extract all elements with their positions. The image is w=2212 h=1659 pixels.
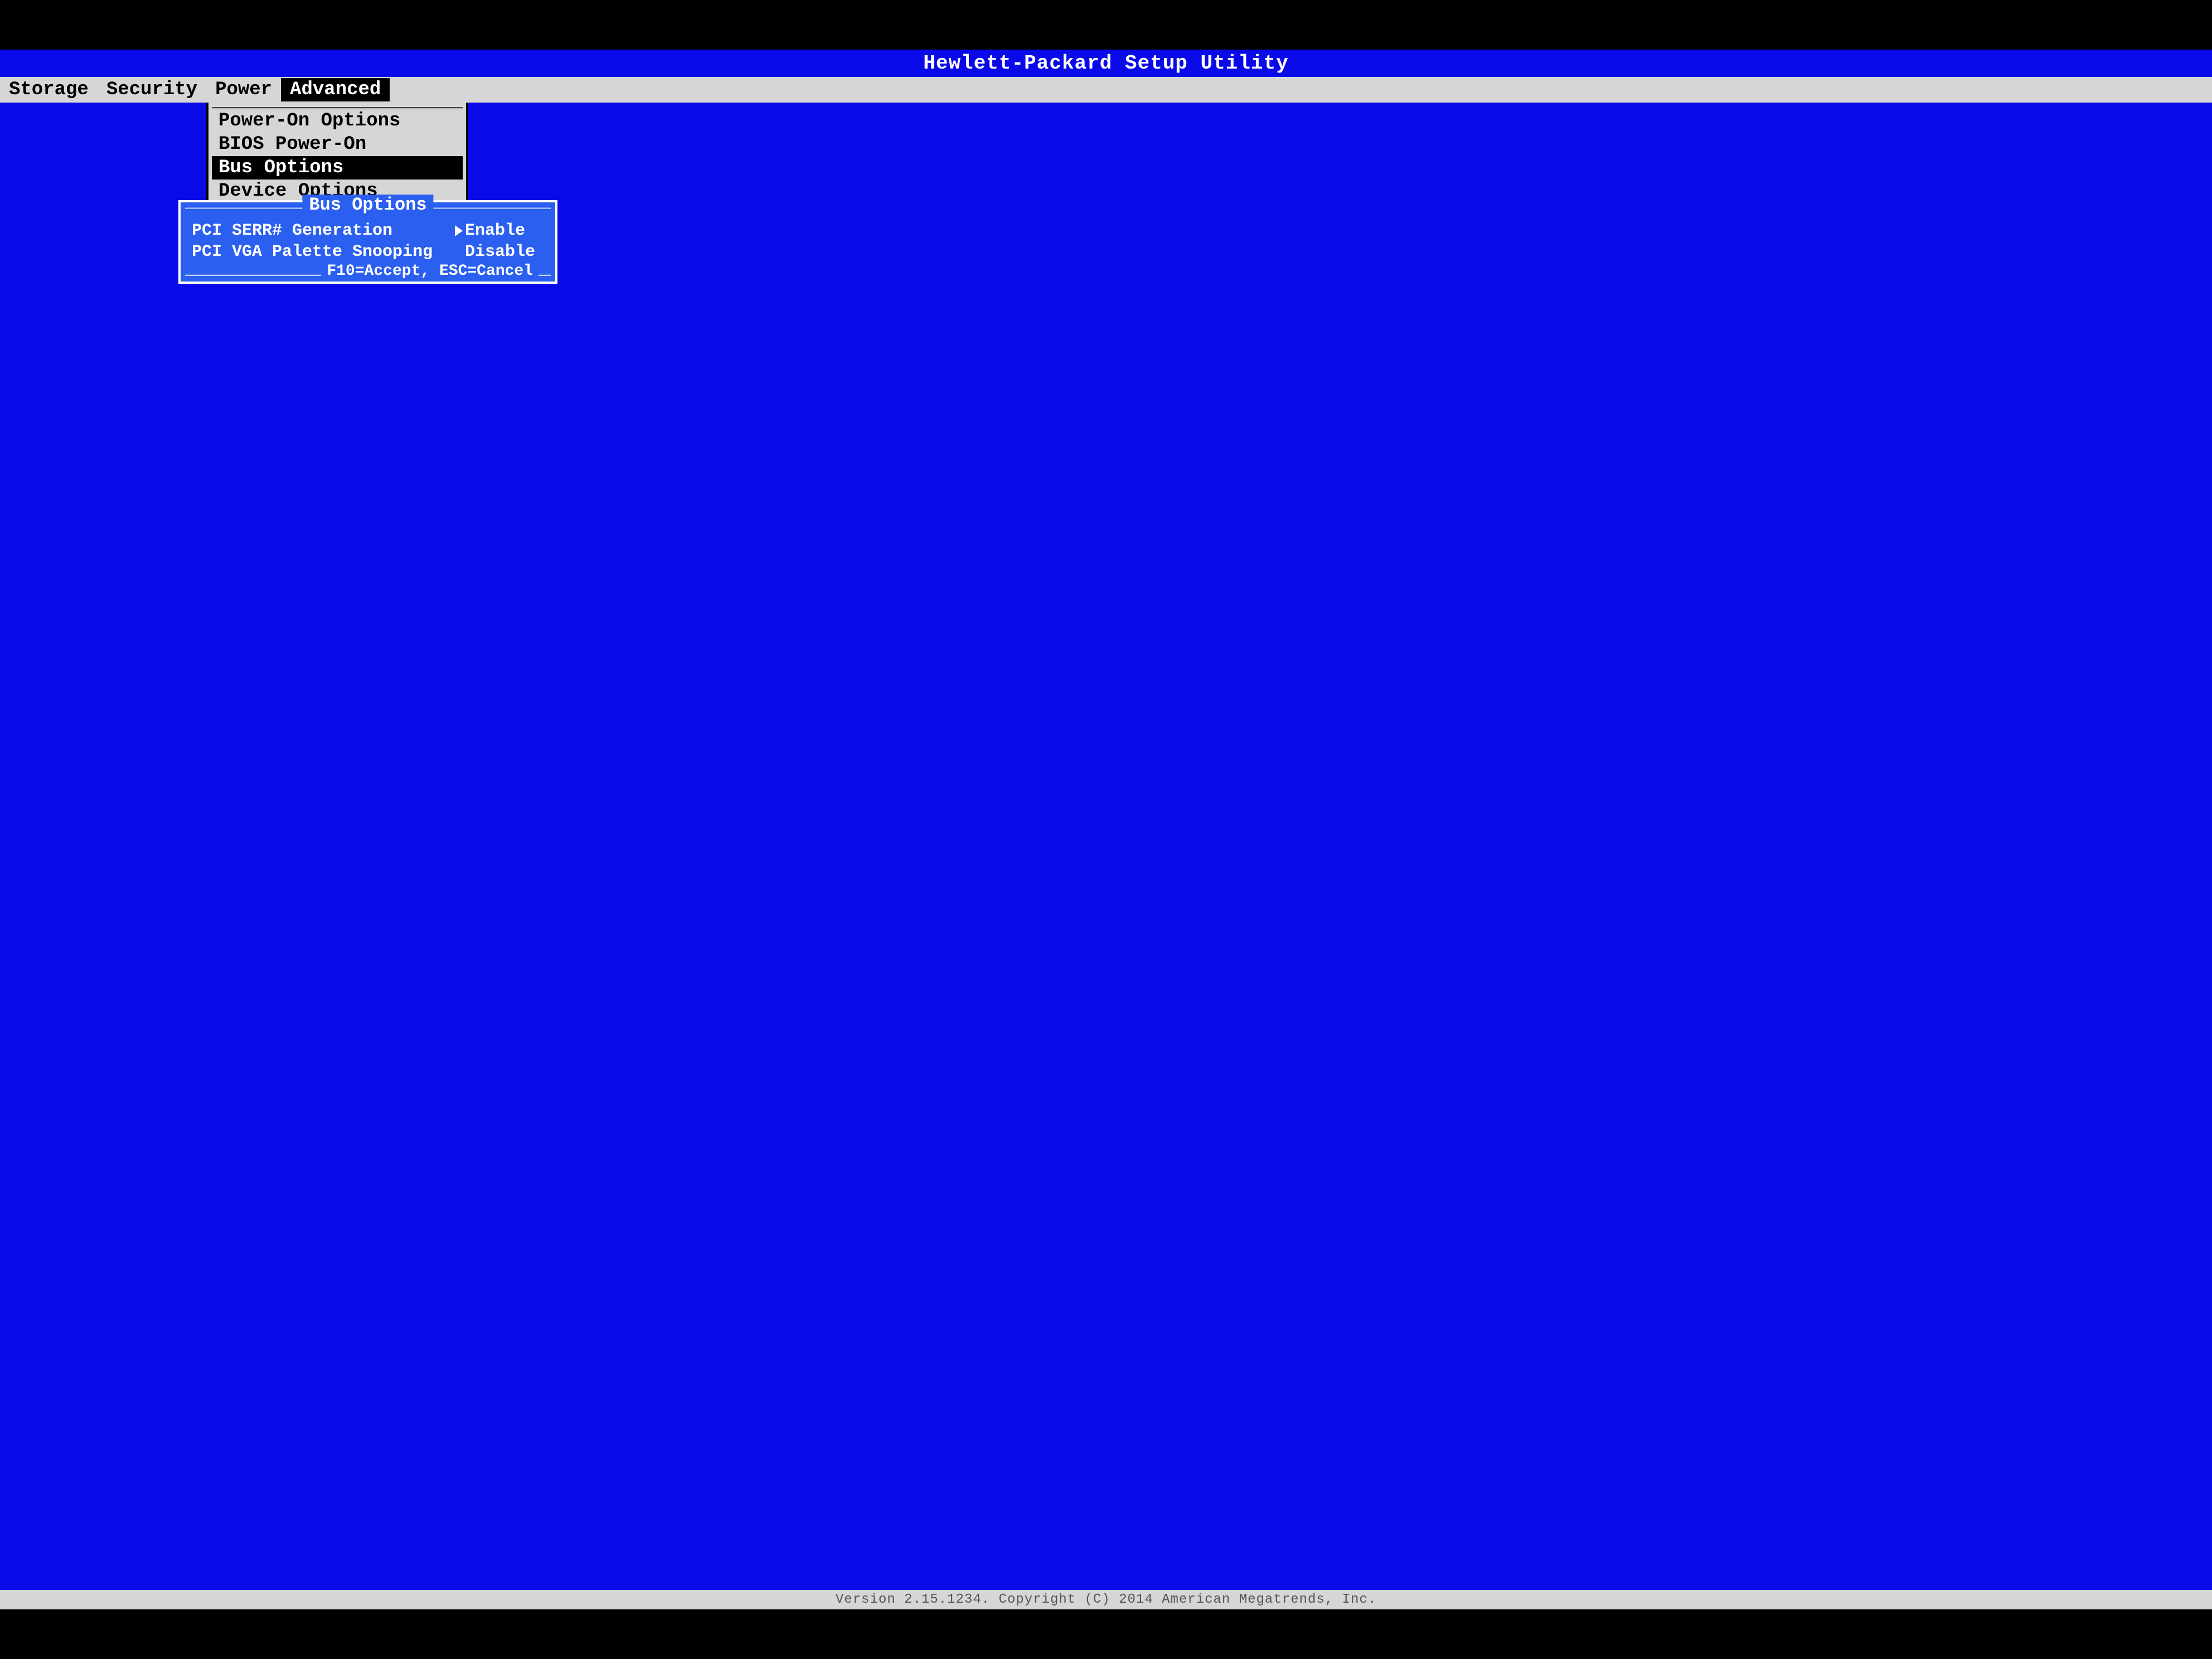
option-value-text: Enable: [465, 221, 525, 240]
dialog-title: Bus Options: [302, 195, 433, 215]
advanced-dropdown: Power-On Options BIOS Power-On Bus Optio…: [206, 103, 468, 210]
option-label: PCI VGA Palette Snooping: [192, 242, 455, 261]
option-value[interactable]: Enable: [455, 221, 544, 240]
menu-item-security[interactable]: Security: [98, 78, 206, 101]
dialog-body: PCI SERR# Generation Enable PCI VGA Pale…: [181, 212, 555, 268]
option-label: PCI SERR# Generation: [192, 221, 455, 240]
menu-bar: Storage Security Power Advanced: [0, 77, 2212, 103]
page-title: Hewlett-Packard Setup Utility: [0, 50, 2212, 77]
menu-item-advanced[interactable]: Advanced: [281, 78, 390, 101]
bus-options-dialog: Bus Options PCI SERR# Generation Enable …: [178, 200, 557, 284]
dropdown-item-power-on-options[interactable]: Power-On Options: [212, 109, 463, 133]
dropdown-item-bus-options[interactable]: Bus Options: [212, 156, 463, 180]
bios-screen: Hewlett-Packard Setup Utility Storage Se…: [0, 50, 2212, 1609]
option-row-pci-vga[interactable]: PCI VGA Palette Snooping Disable: [192, 241, 544, 263]
menu-item-power[interactable]: Power: [206, 78, 281, 101]
option-value[interactable]: Disable: [455, 242, 544, 261]
option-row-pci-serr[interactable]: PCI SERR# Generation Enable: [192, 220, 544, 241]
triangle-right-icon: [455, 225, 463, 236]
dropdown-item-bios-power-on[interactable]: BIOS Power-On: [212, 133, 463, 156]
dialog-footer-hint: F10=Accept, ESC=Cancel: [321, 263, 539, 280]
main-area: Power-On Options BIOS Power-On Bus Optio…: [0, 103, 2212, 1589]
menu-item-storage[interactable]: Storage: [0, 78, 98, 101]
status-bar: Version 2.15.1234. Copyright (C) 2014 Am…: [0, 1590, 2212, 1609]
option-value-text: Disable: [465, 242, 535, 261]
